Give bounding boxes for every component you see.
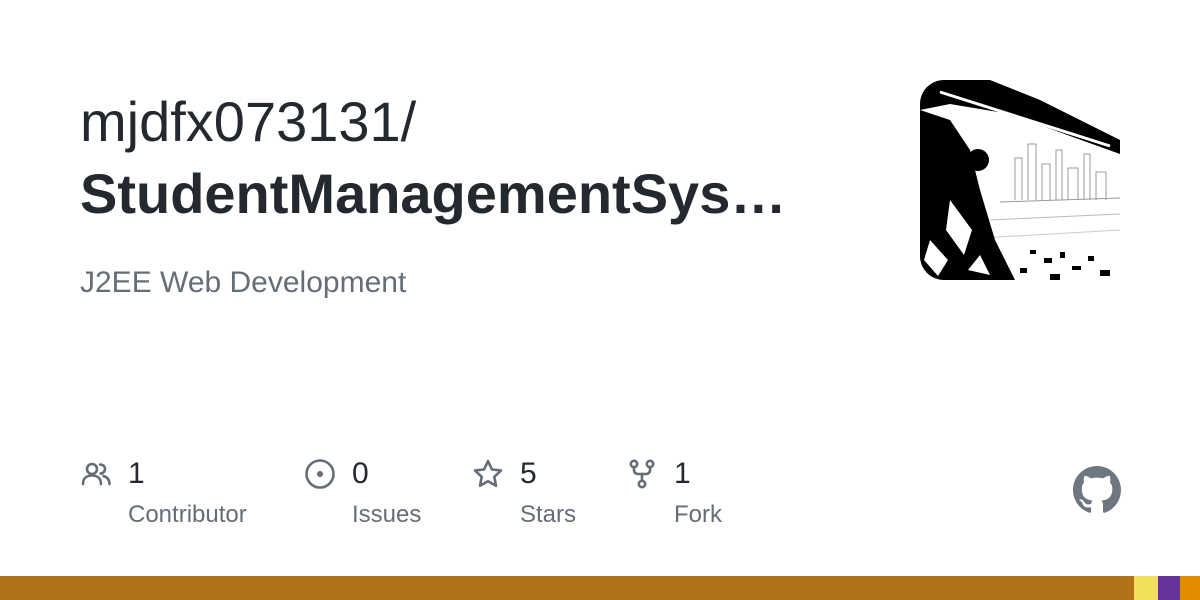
stars-count: 5: [520, 457, 537, 490]
repo-owner[interactable]: mjdfx073131/: [80, 88, 416, 156]
language-segment: [1134, 576, 1158, 600]
issue-icon: [305, 459, 335, 489]
contributors-label: Contributor: [128, 501, 247, 528]
github-icon[interactable]: [1073, 466, 1121, 514]
repo-description: J2EE Web Development: [80, 266, 407, 299]
language-bar: [0, 576, 1200, 600]
forks-count: 1: [674, 457, 691, 490]
contributors-count: 1: [128, 457, 145, 490]
issues-count: 0: [352, 457, 369, 490]
avatar-image: [920, 80, 1120, 280]
owner-avatar[interactable]: [920, 80, 1120, 280]
stars-label: Stars: [520, 501, 577, 528]
repo-name[interactable]: StudentManagementSys…: [80, 160, 850, 228]
language-segment: [1179, 576, 1200, 600]
issues-label: Issues: [352, 501, 422, 528]
language-segment: [0, 576, 1134, 600]
people-icon: [81, 462, 111, 486]
forks-label: Fork: [674, 501, 722, 528]
language-segment: [1158, 576, 1180, 600]
star-icon: [473, 459, 503, 488]
fork-icon: [629, 459, 655, 489]
